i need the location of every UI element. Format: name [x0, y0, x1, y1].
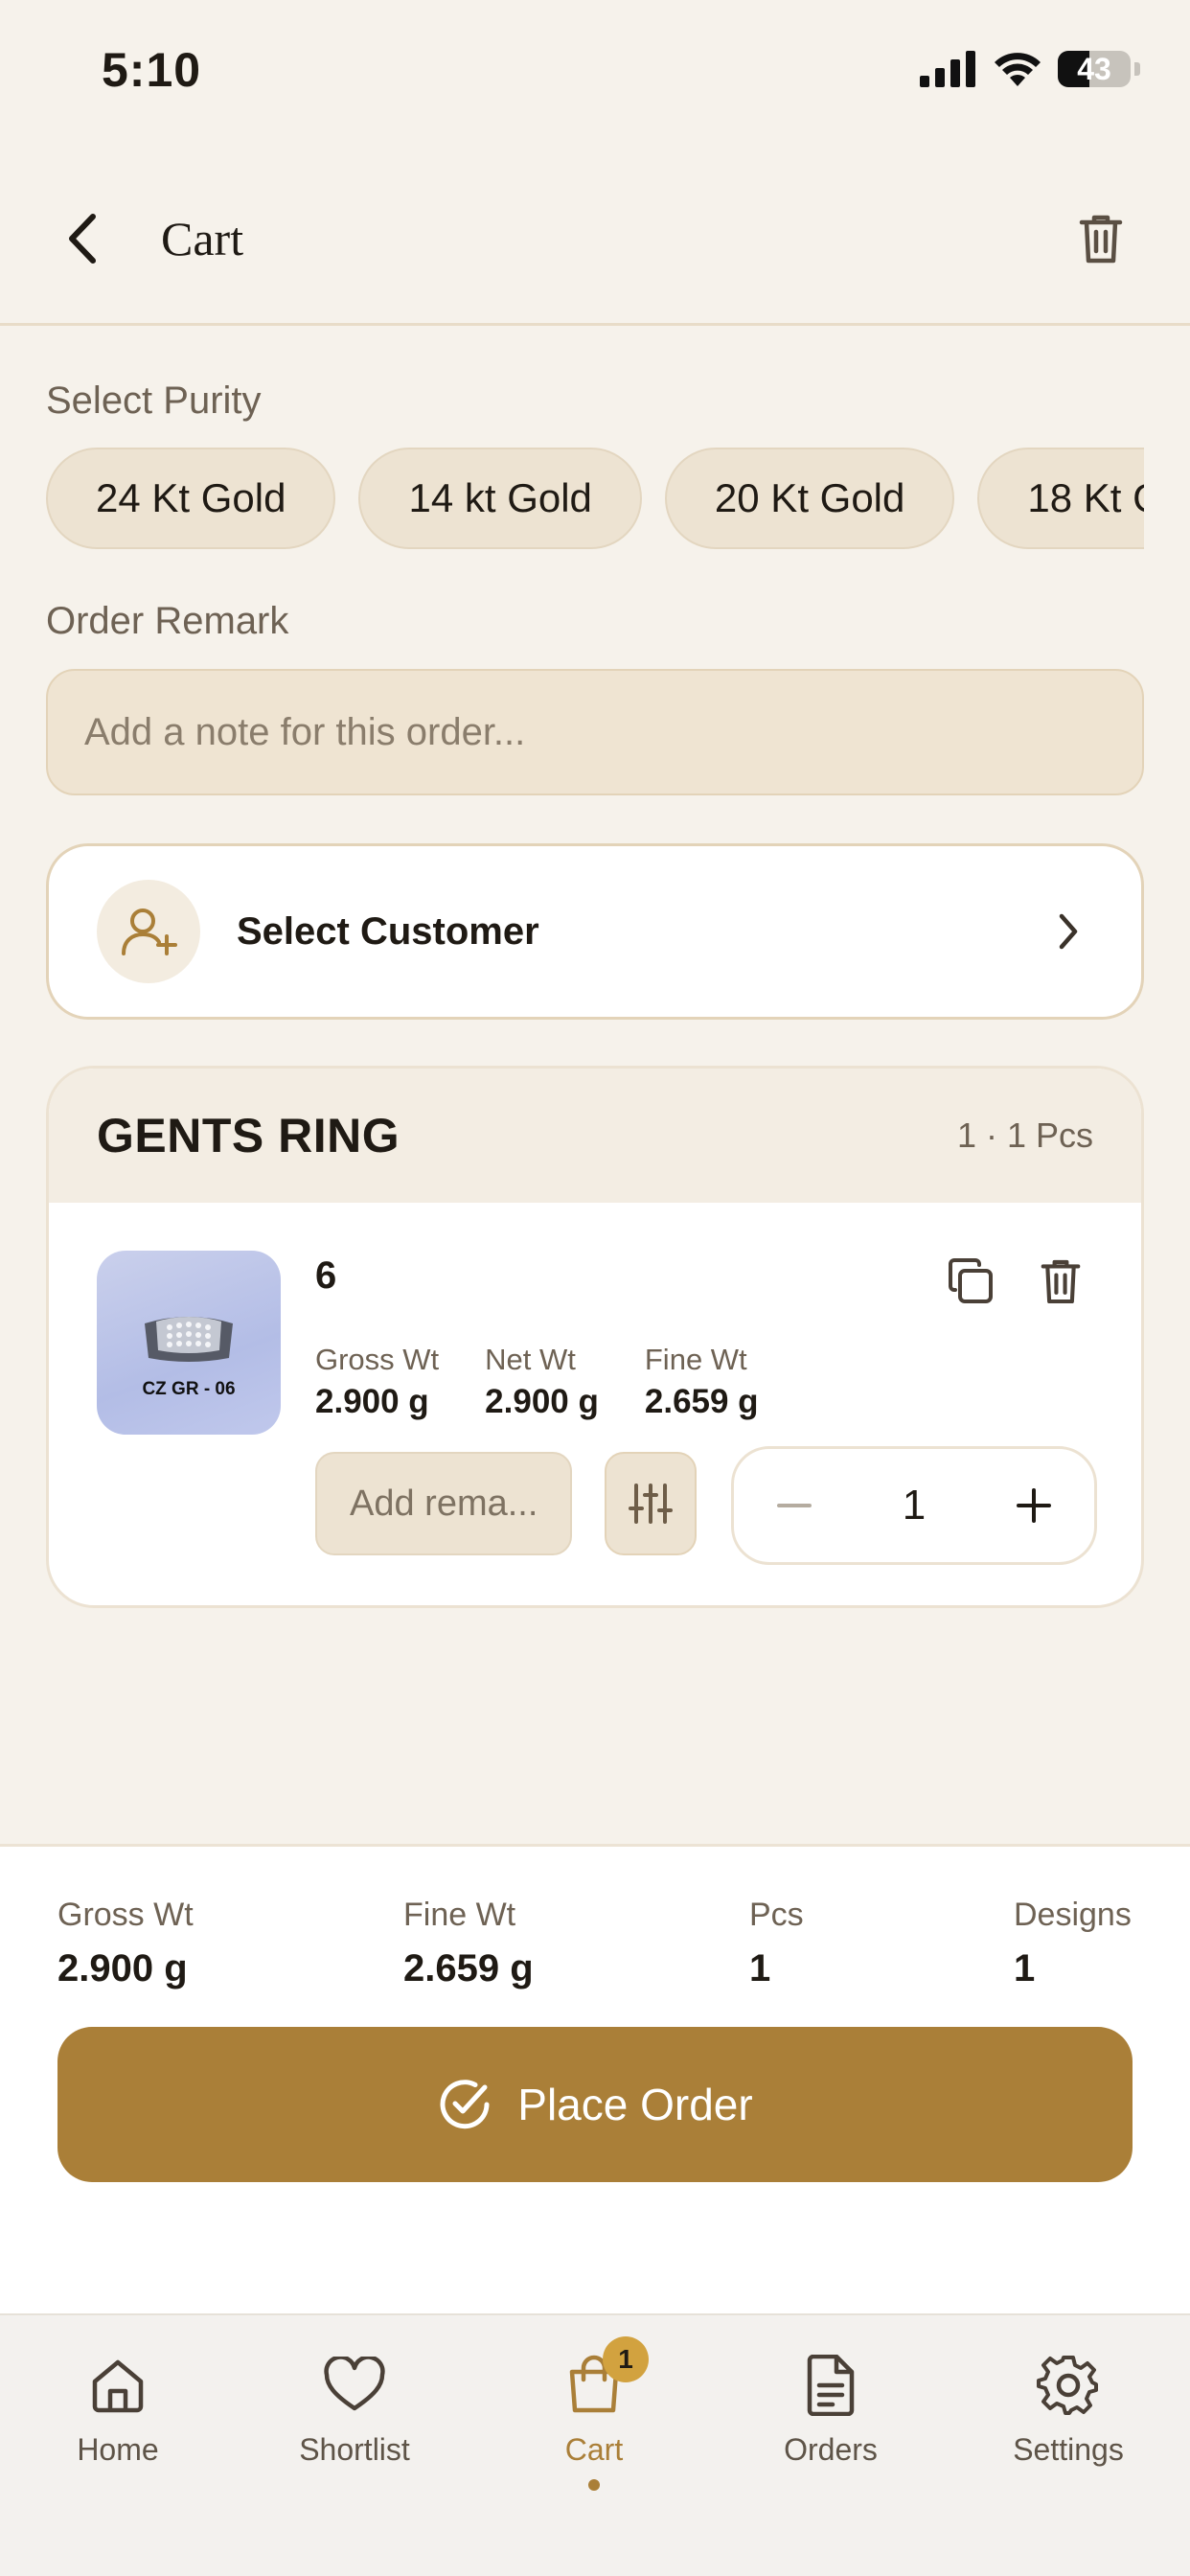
place-order-button[interactable]: Place Order — [57, 2027, 1133, 2182]
header: Cart — [0, 163, 1190, 326]
net-wt-label: Net Wt — [485, 1343, 576, 1376]
summary-pcs-value: 1 — [749, 1947, 771, 1990]
tab-settings-label: Settings — [1013, 2432, 1124, 2467]
purity-chip-14kt[interactable]: 14 kt Gold — [358, 448, 642, 549]
tab-home-label: Home — [77, 2432, 159, 2467]
product-count: 1 · 1 Pcs — [956, 1116, 1093, 1155]
item-net-wt: Net Wt 2.900 g — [485, 1343, 599, 1421]
active-tab-indicator — [588, 2479, 600, 2491]
trash-icon — [1041, 1259, 1081, 1304]
cart-badge: 1 — [603, 2336, 649, 2382]
battery-icon: 43 — [1058, 51, 1131, 87]
place-order-label: Place Order — [517, 2080, 753, 2129]
wifi-icon — [995, 53, 1041, 86]
purity-chip-20kt[interactable]: 20 Kt Gold — [664, 448, 955, 549]
gear-icon — [1035, 2352, 1102, 2419]
back-button[interactable] — [54, 205, 111, 272]
shopping-bag-icon: 1 — [561, 2336, 649, 2419]
tab-orders[interactable]: Orders — [735, 2352, 927, 2468]
summary-fine-wt: Fine Wt 2.659 g — [403, 1897, 534, 1990]
order-summary: Gross Wt 2.900 g Fine Wt 2.659 g Pcs 1 D… — [0, 1844, 1190, 2313]
order-remark-input[interactable] — [46, 669, 1144, 795]
tab-settings[interactable]: Settings — [973, 2352, 1164, 2468]
decrement-button[interactable] — [767, 1478, 822, 1533]
summary-pcs: Pcs 1 — [749, 1897, 804, 1990]
summary-gross-wt-value: 2.900 g — [57, 1947, 188, 1990]
home-icon — [84, 2352, 151, 2419]
quantity-stepper: 1 — [731, 1446, 1097, 1565]
fine-wt-label: Fine Wt — [644, 1343, 747, 1376]
heart-icon — [321, 2352, 388, 2419]
gross-wt-value: 2.900 g — [315, 1383, 429, 1420]
product-image[interactable]: CZ GR - 06 — [97, 1251, 281, 1435]
document-icon — [797, 2352, 864, 2419]
order-remark-label: Order Remark — [46, 600, 289, 642]
status-time: 5:10 — [102, 43, 202, 97]
tab-shortlist-label: Shortlist — [299, 2432, 410, 2467]
select-customer-label: Select Customer — [237, 909, 539, 953]
user-plus-icon — [122, 908, 177, 955]
summary-designs: Designs 1 — [1014, 1897, 1132, 1990]
minus-icon — [777, 1504, 812, 1507]
summary-fine-wt-label: Fine Wt — [403, 1897, 516, 1933]
purity-chip-18kt[interactable]: 18 Kt Gold — [977, 448, 1144, 549]
cart-item: CZ GR - 06 6 Gross Wt 2.900 g Net Wt 2.9… — [49, 1203, 1141, 1605]
summary-fine-wt-value: 2.659 g — [403, 1947, 534, 1990]
purity-label: Select Purity — [46, 380, 262, 422]
battery-nub — [1134, 62, 1140, 76]
duplicate-item-button[interactable] — [944, 1253, 997, 1310]
tab-bar: Home Shortlist 1 Cart Orders Settings — [0, 2313, 1190, 2576]
battery-level: 43 — [1077, 51, 1111, 86]
product-image-label: CZ GR - 06 — [142, 1379, 236, 1399]
summary-pcs-label: Pcs — [749, 1897, 804, 1933]
delete-item-button[interactable] — [1034, 1253, 1087, 1310]
summary-designs-value: 1 — [1014, 1947, 1036, 1990]
item-name: 6 — [315, 1254, 337, 1297]
increment-button[interactable] — [1006, 1478, 1062, 1533]
chevron-right-icon — [1049, 903, 1087, 960]
item-fine-wt: Fine Wt 2.659 g — [645, 1343, 759, 1421]
item-options-button[interactable] — [605, 1452, 697, 1555]
signal-icon — [920, 51, 975, 87]
item-actions — [944, 1253, 1087, 1310]
summary-gross-wt-label: Gross Wt — [57, 1897, 194, 1933]
product-group-card: GENTS RING 1 · 1 Pcs CZ GR - 06 6 Gross … — [46, 1066, 1144, 1608]
page-title: Cart — [161, 212, 244, 265]
copy-icon — [949, 1258, 993, 1303]
item-remark-input[interactable] — [315, 1452, 572, 1555]
ring-image — [145, 1317, 233, 1362]
check-circle-icon — [440, 2080, 490, 2129]
tab-orders-label: Orders — [784, 2432, 878, 2467]
tab-cart-label: Cart — [564, 2432, 624, 2467]
trash-icon — [1079, 215, 1123, 264]
tab-home[interactable]: Home — [22, 2352, 214, 2468]
clear-cart-button[interactable] — [1069, 205, 1133, 272]
select-customer-button[interactable]: Select Customer — [46, 843, 1144, 1020]
purity-options: 24 Kt Gold 14 kt Gold 20 Kt Gold 18 Kt G… — [46, 448, 1144, 549]
sliders-icon — [629, 1484, 673, 1524]
product-group-header: GENTS RING 1 · 1 Pcs — [49, 1069, 1141, 1203]
item-weights: Gross Wt 2.900 g Net Wt 2.900 g Fine Wt … — [315, 1343, 759, 1421]
item-gross-wt: Gross Wt 2.900 g — [315, 1343, 439, 1421]
summary-gross-wt: Gross Wt 2.900 g — [57, 1897, 194, 1990]
quantity-value: 1 — [902, 1482, 927, 1529]
summary-designs-label: Designs — [1014, 1897, 1132, 1933]
status-bar: 5:10 43 — [0, 0, 1190, 144]
net-wt-value: 2.900 g — [485, 1383, 599, 1420]
gross-wt-label: Gross Wt — [315, 1343, 440, 1376]
product-category: GENTS RING — [97, 1109, 400, 1162]
plus-icon — [1016, 1488, 1051, 1523]
customer-avatar — [97, 880, 200, 983]
purity-chip-24kt[interactable]: 24 Kt Gold — [46, 448, 336, 549]
tab-cart[interactable]: 1 Cart — [498, 2336, 690, 2491]
fine-wt-value: 2.659 g — [644, 1383, 759, 1420]
status-icons: 43 — [920, 50, 1140, 88]
chevron-left-icon — [69, 214, 96, 264]
tab-shortlist[interactable]: Shortlist — [259, 2352, 450, 2468]
